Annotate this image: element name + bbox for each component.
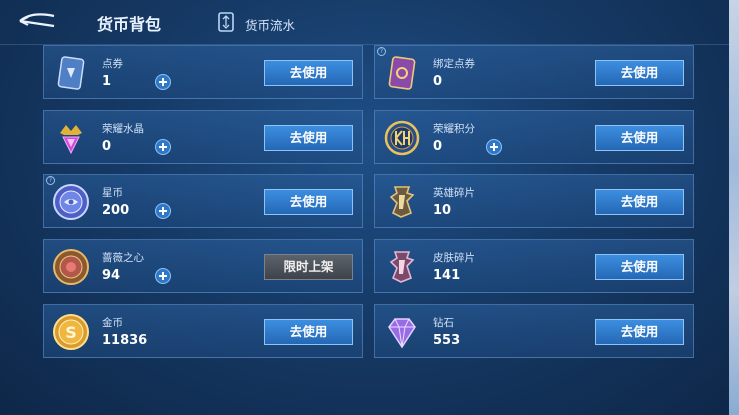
currency-amount: 200 xyxy=(102,203,130,218)
right-edge-strip xyxy=(729,0,739,415)
glory-points-icon xyxy=(384,120,420,156)
currency-amount: 1 xyxy=(102,74,112,89)
currency-card-glory-crystal: 荣耀水晶 0 去使用 xyxy=(43,110,363,164)
flow-record-icon xyxy=(218,12,234,32)
use-button[interactable]: 去使用 xyxy=(264,319,353,345)
currency-amount: 94 xyxy=(102,268,121,283)
currency-amount: 0 xyxy=(102,139,112,154)
currency-amount: 11836 xyxy=(102,333,148,348)
currency-name: 英雄碎片 xyxy=(433,187,475,199)
currency-card-gold-coin: S 金币 11836 去使用 xyxy=(43,304,363,358)
currency-card-glory-points: 荣耀积分 0 去使用 xyxy=(374,110,694,164)
add-plus-button[interactable] xyxy=(486,139,502,155)
currency-amount: 553 xyxy=(433,333,461,348)
use-button[interactable]: 去使用 xyxy=(595,319,684,345)
currency-card-bound-coupon: ? 绑定点券 0 去使用 xyxy=(374,45,694,99)
bound-coupon-card-icon xyxy=(388,56,416,90)
limited-time-button: 限时上架 xyxy=(264,254,353,280)
rose-heart-icon xyxy=(53,249,89,285)
add-plus-button[interactable] xyxy=(155,268,171,284)
currency-card-skin-fragment: 皮肤碎片 141 去使用 xyxy=(374,239,694,293)
use-button[interactable]: 去使用 xyxy=(264,125,353,151)
currency-name: 绑定点券 xyxy=(433,58,475,70)
page-title: 货币背包 xyxy=(97,15,162,34)
currency-name: 蔷薇之心 xyxy=(102,252,144,264)
currency-amount: 141 xyxy=(433,268,461,283)
currency-amount: 10 xyxy=(433,203,452,218)
svg-text:S: S xyxy=(65,323,77,342)
currency-card-coupon: 点券 1 去使用 xyxy=(43,45,363,99)
back-arrow-icon[interactable] xyxy=(18,12,56,30)
star-coin-icon xyxy=(53,184,89,220)
use-button[interactable]: 去使用 xyxy=(595,189,684,215)
header-bar: 货币背包 货币流水 xyxy=(0,0,729,45)
use-button[interactable]: 去使用 xyxy=(595,60,684,86)
currency-name: 钻石 xyxy=(433,317,454,329)
use-button[interactable]: 去使用 xyxy=(595,254,684,280)
currency-card-rose-heart: 蔷薇之心 94 限时上架 xyxy=(43,239,363,293)
currency-name: 荣耀积分 xyxy=(433,123,475,135)
currency-name: 金币 xyxy=(102,317,123,329)
currency-name: 皮肤碎片 xyxy=(433,252,475,264)
glory-crystal-icon xyxy=(60,125,82,155)
skin-fragment-icon xyxy=(389,251,415,283)
currency-amount: 0 xyxy=(433,74,443,89)
add-plus-button[interactable] xyxy=(155,139,171,155)
diamond-icon xyxy=(388,318,416,349)
currency-card-hero-fragment: 英雄碎片 10 去使用 xyxy=(374,174,694,228)
use-button[interactable]: 去使用 xyxy=(264,189,353,215)
coupon-card-icon xyxy=(57,56,85,90)
gold-coin-icon: S xyxy=(53,314,89,350)
currency-card-diamond: 钻石 553 去使用 xyxy=(374,304,694,358)
use-button[interactable]: 去使用 xyxy=(595,125,684,151)
currency-name: 荣耀水晶 xyxy=(102,123,144,135)
currency-amount: 0 xyxy=(433,139,443,154)
add-plus-button[interactable] xyxy=(155,74,171,90)
use-button[interactable]: 去使用 xyxy=(264,60,353,86)
flow-label: 货币流水 xyxy=(245,18,296,33)
currency-name: 点券 xyxy=(102,58,123,70)
currency-name: 星币 xyxy=(102,187,123,199)
hero-fragment-icon xyxy=(389,186,415,218)
currency-card-star-coin: ? 星币 200 去使用 xyxy=(43,174,363,228)
add-plus-button[interactable] xyxy=(155,203,171,219)
